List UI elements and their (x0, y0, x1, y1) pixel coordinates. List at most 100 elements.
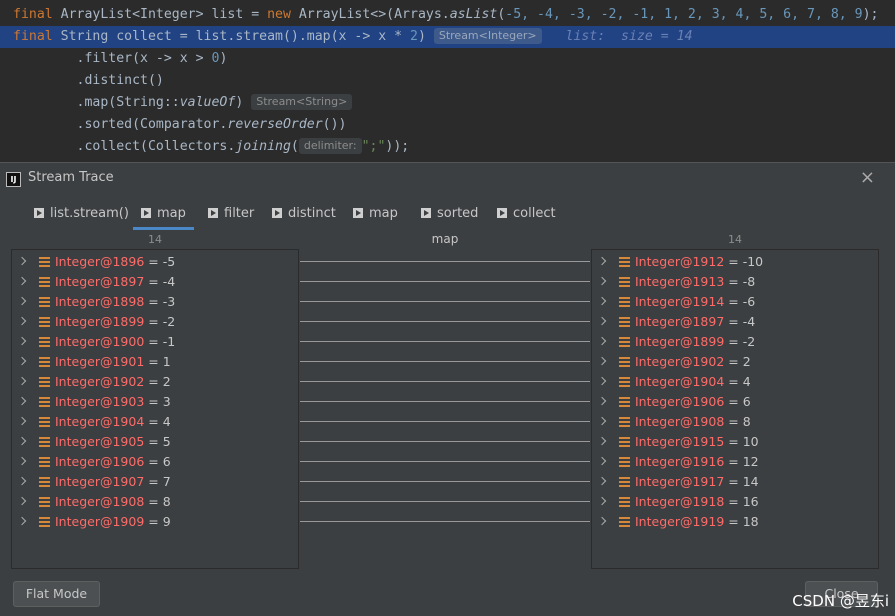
output-values-panel[interactable]: Integer@1912 = -10 Integer@1913 = -8 Integ… (591, 249, 879, 569)
tab-map[interactable]: map (133, 203, 194, 230)
tree-row[interactable]: Integer@1904 = 4 (12, 412, 298, 432)
chevron-right-icon[interactable] (17, 356, 27, 366)
chevron-right-icon[interactable] (597, 256, 607, 266)
tree-row[interactable]: Integer@1899 = -2 (592, 332, 878, 352)
dialog-titlebar[interactable]: IJ Stream Trace × (0, 163, 895, 193)
chevron-right-icon[interactable] (17, 516, 27, 526)
value-label: Integer@1902 = 2 (635, 352, 751, 372)
tree-row[interactable]: Integer@1904 = 4 (592, 372, 878, 392)
chevron-right-icon[interactable] (17, 376, 27, 386)
equals-sign: = (724, 514, 743, 529)
chevron-right-icon[interactable] (597, 416, 607, 426)
tab-label: filter (224, 206, 255, 221)
tree-row[interactable]: Integer@1901 = 1 (12, 352, 298, 372)
tree-row[interactable]: Integer@1919 = 18 (592, 512, 878, 532)
equals-sign: = (144, 274, 163, 289)
chevron-right-icon[interactable] (17, 296, 27, 306)
tree-row[interactable]: Integer@1902 = 2 (592, 352, 878, 372)
chevron-right-icon[interactable] (17, 416, 27, 426)
method-name: joining (235, 139, 291, 154)
code-editor[interactable]: final ArrayList<Integer> list = new Arra… (0, 0, 895, 161)
chevron-right-icon[interactable] (17, 276, 27, 286)
tree-row[interactable]: Integer@1905 = 5 (12, 432, 298, 452)
tree-row[interactable]: Integer@1900 = -1 (12, 332, 298, 352)
tree-row[interactable]: Integer@1918 = 16 (592, 492, 878, 512)
chevron-right-icon[interactable] (17, 436, 27, 446)
chevron-right-icon[interactable] (17, 476, 27, 486)
chevron-right-icon[interactable] (597, 436, 607, 446)
method-name: reverseOrder (227, 117, 323, 132)
close-icon[interactable]: × (860, 167, 875, 188)
field-icon (619, 357, 630, 367)
tree-row[interactable]: Integer@1902 = 2 (12, 372, 298, 392)
object-value: -1 (162, 334, 176, 349)
debug-value: list: size = 14 (565, 29, 693, 44)
object-id: Integer@1919 (635, 514, 725, 529)
code-text: ) (219, 51, 228, 66)
chevron-right-icon[interactable] (597, 276, 607, 286)
tree-row[interactable]: Integer@1912 = -10 (592, 252, 878, 272)
tab-list-stream[interactable]: list.stream() (34, 203, 129, 229)
tree-row[interactable]: Integer@1897 = -4 (592, 312, 878, 332)
tree-row[interactable]: Integer@1897 = -4 (12, 272, 298, 292)
tree-row[interactable]: Integer@1914 = -6 (592, 292, 878, 312)
object-value: -10 (742, 254, 764, 269)
tree-row[interactable]: Integer@1916 = 12 (592, 452, 878, 472)
chevron-right-icon[interactable] (597, 296, 607, 306)
tree-row[interactable]: Integer@1913 = -8 (592, 272, 878, 292)
tree-row[interactable]: Integer@1899 = -2 (12, 312, 298, 332)
tab-map-2[interactable]: map (353, 203, 398, 229)
flat-mode-button[interactable]: Flat Mode (13, 581, 100, 607)
chevron-right-icon[interactable] (17, 496, 27, 506)
chevron-right-icon[interactable] (597, 336, 607, 346)
chevron-right-icon[interactable] (17, 456, 27, 466)
equals-sign: = (724, 314, 743, 329)
tree-row[interactable]: Integer@1898 = -3 (12, 292, 298, 312)
object-value: 12 (742, 454, 759, 469)
equals-sign: = (144, 414, 163, 429)
chevron-right-icon[interactable] (597, 316, 607, 326)
field-icon (619, 317, 630, 327)
tree-row[interactable]: Integer@1908 = 8 (592, 412, 878, 432)
tree-row[interactable]: Integer@1915 = 10 (592, 432, 878, 452)
chevron-right-icon[interactable] (597, 476, 607, 486)
tab-collect[interactable]: collect (497, 203, 556, 229)
play-triangle-icon (497, 208, 507, 218)
tab-filter[interactable]: filter (208, 203, 254, 229)
tree-row[interactable]: Integer@1908 = 8 (12, 492, 298, 512)
chevron-right-icon[interactable] (17, 256, 27, 266)
tree-row[interactable]: Integer@1906 = 6 (12, 452, 298, 472)
tree-row[interactable]: Integer@1917 = 14 (592, 472, 878, 492)
chevron-right-icon[interactable] (597, 396, 607, 406)
field-icon (39, 277, 50, 287)
equals-sign: = (144, 454, 163, 469)
chevron-right-icon[interactable] (597, 356, 607, 366)
object-id: Integer@1901 (55, 354, 145, 369)
tree-row[interactable]: Integer@1909 = 9 (12, 512, 298, 532)
chevron-right-icon[interactable] (17, 336, 27, 346)
chevron-right-icon[interactable] (597, 496, 607, 506)
chevron-right-icon[interactable] (597, 376, 607, 386)
tree-row[interactable]: Integer@1903 = 3 (12, 392, 298, 412)
object-value: 10 (742, 434, 759, 449)
tab-sorted[interactable]: sorted (421, 203, 478, 229)
field-icon (39, 417, 50, 427)
object-value: 4 (742, 374, 751, 389)
object-id: Integer@1916 (635, 454, 725, 469)
tree-row[interactable]: Integer@1907 = 7 (12, 472, 298, 492)
tree-row[interactable]: Integer@1896 = -5 (12, 252, 298, 272)
chevron-right-icon[interactable] (597, 456, 607, 466)
method-name: valueOf (179, 95, 236, 110)
tree-row[interactable]: Integer@1906 = 6 (592, 392, 878, 412)
object-id: Integer@1900 (55, 334, 145, 349)
chevron-right-icon[interactable] (597, 516, 607, 526)
code-text: ); (862, 7, 879, 22)
tab-distinct[interactable]: distinct (272, 203, 336, 229)
object-id: Integer@1915 (635, 434, 725, 449)
input-values-panel[interactable]: Integer@1896 = -5 Integer@1897 = -4 Intege… (11, 249, 299, 569)
chevron-right-icon[interactable] (17, 316, 27, 326)
field-icon (39, 437, 50, 447)
chevron-right-icon[interactable] (17, 396, 27, 406)
equals-sign: = (144, 354, 163, 369)
mapping-line (300, 361, 590, 362)
